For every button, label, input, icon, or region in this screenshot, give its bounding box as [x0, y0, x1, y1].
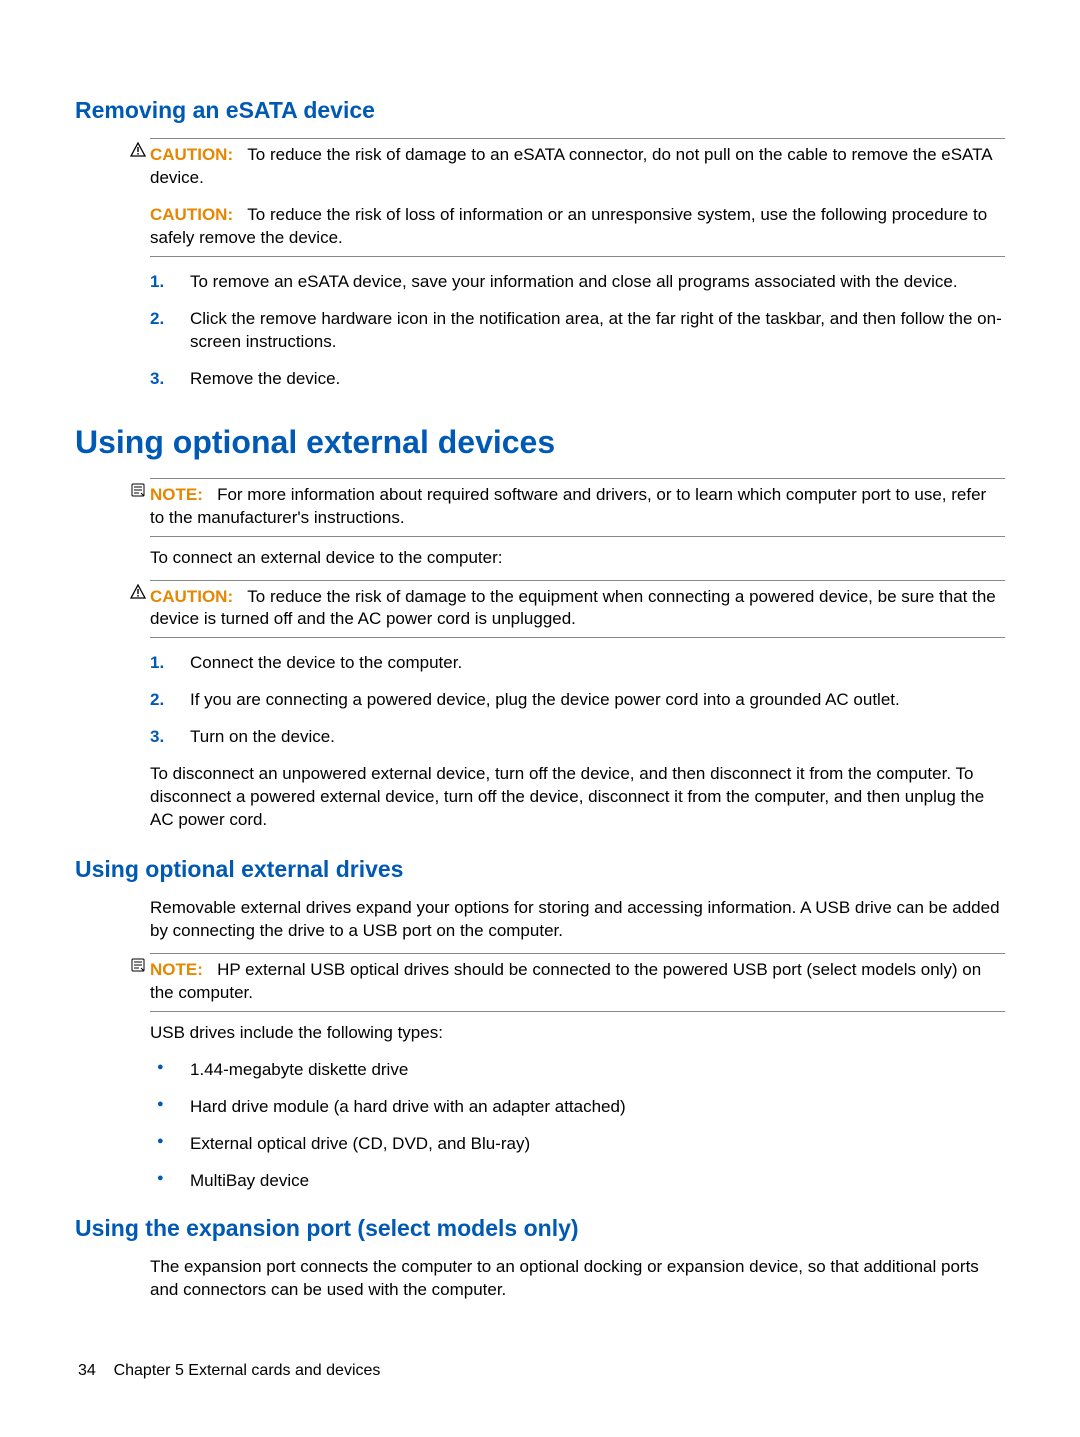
chapter-label: Chapter 5 External cards and devices	[114, 1362, 381, 1379]
caution-label: CAUTION:	[150, 205, 233, 224]
removing-steps: To remove an eSATA device, save your inf…	[150, 271, 1005, 391]
paragraph: Removable external drives expand your op…	[150, 897, 1005, 943]
note-icon	[128, 957, 148, 980]
paragraph: The expansion port connects the computer…	[150, 1256, 1005, 1302]
caution-text: CAUTION: To reduce the risk of loss of i…	[150, 204, 1005, 250]
caution-label: CAUTION:	[150, 145, 233, 164]
note-text: NOTE: HP external USB optical drives sho…	[150, 959, 1005, 1005]
caution-box: CAUTION: To reduce the risk of damage to…	[150, 138, 1005, 257]
note-text: NOTE: For more information about require…	[150, 484, 1005, 530]
note-box: NOTE: HP external USB optical drives sho…	[150, 953, 1005, 1012]
paragraph: To connect an external device to the com…	[150, 547, 1005, 570]
page-footer: 34 Chapter 5 External cards and devices	[78, 1360, 380, 1382]
list-item: Click the remove hardware icon in the no…	[150, 308, 1005, 354]
note-icon	[128, 482, 148, 505]
heading-external-drives: Using optional external drives	[75, 854, 1005, 885]
list-item: Hard drive module (a hard drive with an …	[150, 1096, 1005, 1119]
list-item: To remove an eSATA device, save your inf…	[150, 271, 1005, 294]
caution-icon	[128, 584, 148, 607]
caution-box: CAUTION: To reduce the risk of damage to…	[150, 580, 1005, 639]
caution-icon	[128, 142, 148, 165]
usb-drive-types: 1.44-megabyte diskette drive Hard drive …	[150, 1059, 1005, 1193]
list-item: External optical drive (CD, DVD, and Blu…	[150, 1133, 1005, 1156]
paragraph: USB drives include the following types:	[150, 1022, 1005, 1045]
note-label: NOTE:	[150, 485, 203, 504]
heading-using-external-devices: Using optional external devices	[75, 421, 1005, 464]
caution-text: CAUTION: To reduce the risk of damage to…	[150, 144, 1005, 190]
list-item: If you are connecting a powered device, …	[150, 689, 1005, 712]
page-number: 34	[78, 1362, 96, 1379]
connect-steps: Connect the device to the computer. If y…	[150, 652, 1005, 749]
list-item: Connect the device to the computer.	[150, 652, 1005, 675]
list-item: 1.44-megabyte diskette drive	[150, 1059, 1005, 1082]
note-box: NOTE: For more information about require…	[150, 478, 1005, 537]
list-item: MultiBay device	[150, 1170, 1005, 1193]
note-label: NOTE:	[150, 960, 203, 979]
caution-label: CAUTION:	[150, 587, 233, 606]
caution-text: CAUTION: To reduce the risk of damage to…	[150, 586, 1005, 632]
heading-removing-esata: Removing an eSATA device	[75, 95, 1005, 126]
list-item: Turn on the device.	[150, 726, 1005, 749]
heading-expansion-port: Using the expansion port (select models …	[75, 1213, 1005, 1244]
list-item: Remove the device.	[150, 368, 1005, 391]
paragraph: To disconnect an unpowered external devi…	[150, 763, 1005, 832]
